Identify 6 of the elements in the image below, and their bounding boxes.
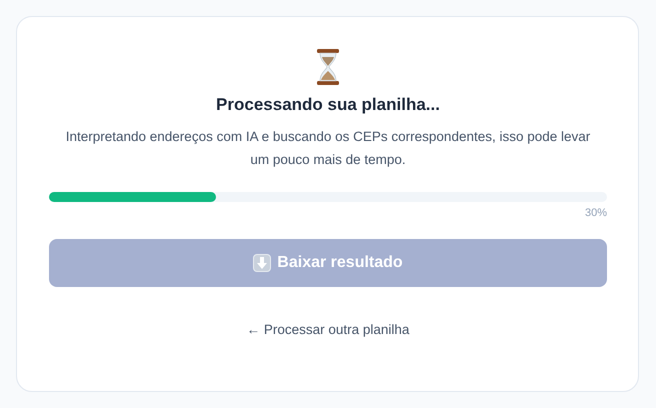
progress-percentage: 30% [584,207,607,219]
status-title: Processando sua planilha... [216,95,440,115]
status-description: Interpretando endereços com IA e buscando os CEPs correspondentes, isso pode levar um pouco mais de tempo. [64,128,592,169]
download-icon [253,254,272,272]
hourglass-icon [317,49,339,85]
back-link[interactable]: ← Processar outra planilha [246,322,410,337]
